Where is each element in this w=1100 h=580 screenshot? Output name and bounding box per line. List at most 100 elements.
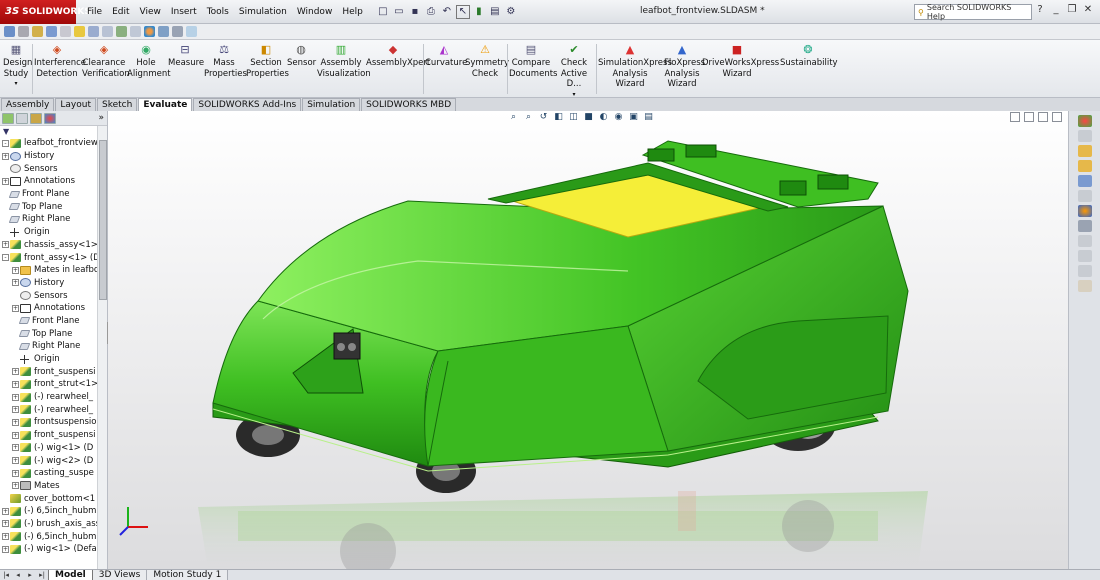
tree-node[interactable]: + History [0, 277, 107, 290]
expand-toggle-icon[interactable]: + [12, 266, 19, 274]
expand-toggle-icon[interactable]: + [12, 368, 19, 376]
tree-node[interactable]: + (-) wig<1> (D [0, 442, 107, 455]
table-icon[interactable] [102, 26, 113, 37]
tree-node[interactable]: + front_suspensi [0, 429, 107, 442]
menu-view[interactable]: View [135, 7, 166, 17]
gear-icon[interactable] [1077, 250, 1092, 262]
property-manager-tab-icon[interactable] [16, 112, 28, 124]
rotate-icon[interactable] [116, 26, 127, 37]
save-icon[interactable]: ▪ [408, 5, 422, 19]
graphics-area[interactable]: ⌕ ⌕ ↺ ◧ ◫ ■ ◐ ◉ ▣ ▤ [108, 111, 1068, 569]
expand-toggle-icon[interactable]: + [12, 304, 19, 312]
symmetry-check-button[interactable]: ⚠ Symmetry Check [465, 44, 509, 79]
grid-icon[interactable] [88, 26, 99, 37]
select-arrow-icon[interactable]: ↖ [455, 4, 470, 19]
assemblyxpert-button[interactable]: ◆ AssemblyXpert [366, 44, 430, 69]
table-view-icon[interactable] [1077, 235, 1092, 247]
design-study-button[interactable]: ▦ Design Study ▾ [3, 44, 32, 90]
expand-toggle-icon[interactable]: + [2, 545, 9, 553]
menu-window[interactable]: Window [292, 7, 338, 17]
expand-toggle-icon[interactable]: + [2, 177, 9, 185]
display-manager-tab-icon[interactable] [44, 112, 56, 124]
expand-toggle-icon[interactable]: + [2, 241, 9, 249]
feature-manager-tab-icon[interactable] [2, 112, 14, 124]
tree-filter[interactable]: ▼ [0, 126, 107, 137]
tree-node[interactable]: + (-) wig<1> (Defa [0, 543, 107, 556]
zoom-icon[interactable] [130, 26, 141, 37]
tab-layout[interactable]: Layout [55, 98, 96, 111]
tool-icon[interactable] [1077, 220, 1092, 232]
tab-simulation[interactable]: Simulation [302, 98, 361, 111]
close-icon[interactable]: ✕ [1082, 4, 1094, 15]
tree-node[interactable]: + (-) brush_axis_ass [0, 518, 107, 531]
interference-detection-button[interactable]: ◈ Interference Detection [34, 44, 86, 79]
tree-node[interactable]: + Mates in leafbot [0, 264, 107, 277]
tree-node[interactable]: + front_suspensi [0, 365, 107, 378]
palette-icon[interactable] [1077, 205, 1092, 217]
sigma-icon[interactable] [46, 26, 57, 37]
view-palette-icon[interactable] [1077, 160, 1092, 172]
tree-node[interactable]: Right Plane [0, 213, 107, 226]
ruler-icon[interactable] [60, 26, 71, 37]
tree-node[interactable]: + Annotations [0, 302, 107, 315]
floxpress-button[interactable]: ▲ FloXpress Analysis Wizard [664, 44, 705, 90]
tab-model[interactable]: Model [48, 569, 93, 580]
tree-node[interactable]: + front_strut<1> [0, 378, 107, 391]
file-properties-icon[interactable]: ▤ [488, 5, 502, 19]
warning-icon[interactable] [74, 26, 85, 37]
tree-node[interactable]: + (-) 6,5inch_hubm [0, 505, 107, 518]
configuration-manager-tab-icon[interactable] [30, 112, 42, 124]
tab-assembly[interactable]: Assembly [1, 98, 55, 111]
scene-icon[interactable] [186, 26, 197, 37]
tab-solidworks-addins[interactable]: SOLIDWORKS Add-Ins [193, 98, 302, 111]
menu-help[interactable]: Help [337, 7, 368, 17]
leafbot-3d-model[interactable] [108, 111, 1068, 569]
tree-node[interactable]: + chassis_assy<1> [0, 239, 107, 252]
tab-evaluate[interactable]: Evaluate [138, 98, 193, 111]
help-question-icon[interactable]: ? [1034, 4, 1046, 15]
measure-button[interactable]: ⊟ Measure [168, 44, 204, 69]
expand-toggle-icon[interactable]: + [12, 444, 19, 452]
mass-properties-button[interactable]: ⚖ Mass Properties [204, 44, 247, 79]
menu-insert[interactable]: Insert [166, 7, 202, 17]
section-properties-button[interactable]: ◧ Section Properties [246, 44, 289, 79]
expand-toggle-icon[interactable]: + [12, 431, 19, 439]
tree-node[interactable]: Top Plane [0, 327, 107, 340]
expand-toggle-icon[interactable]: + [12, 380, 19, 388]
tree-node[interactable]: + (-) rearwheel_ [0, 391, 107, 404]
next-tab-arrow-icon[interactable]: ▸ [24, 571, 36, 579]
tree-node[interactable]: Front Plane [0, 188, 107, 201]
solidworks-resources-icon[interactable] [1077, 115, 1092, 127]
tree-node[interactable]: + Mates [0, 480, 107, 493]
component-icon[interactable] [32, 26, 43, 37]
tree-node[interactable]: + (-) wig<2> (D [0, 454, 107, 467]
appearance-icon[interactable] [144, 26, 155, 37]
tree-node[interactable]: + (-) 6,5inch_hubm [0, 530, 107, 543]
sensor-button[interactable]: ◍ Sensor [287, 44, 316, 69]
tree-node[interactable]: Top Plane [0, 200, 107, 213]
undo-icon[interactable]: ↶ [440, 5, 454, 19]
tree-scrollbar[interactable] [97, 126, 107, 569]
assembly-visualization-button[interactable]: ▥ Assembly Visualization [317, 44, 371, 79]
menu-simulation[interactable]: Simulation [234, 7, 292, 17]
first-tab-arrow-icon[interactable]: |◂ [0, 571, 12, 579]
tree-node[interactable]: - leafbot_frontview ( [0, 137, 107, 150]
tree-node[interactable]: + (-) rearwheel_ [0, 403, 107, 416]
restore-icon[interactable]: ❐ [1066, 4, 1078, 15]
chart-icon[interactable] [1077, 265, 1092, 277]
expand-toggle-icon[interactable]: + [2, 520, 9, 528]
menu-file[interactable]: File [82, 7, 107, 17]
tree-node[interactable]: - front_assy<1> (D [0, 251, 107, 264]
expand-toggle-icon[interactable]: + [12, 393, 19, 401]
tree-scroll-thumb[interactable] [99, 140, 107, 300]
expand-toggle-icon[interactable]: + [12, 406, 19, 414]
expand-toggle-icon[interactable]: + [12, 418, 19, 426]
expand-toggle-icon[interactable]: + [12, 279, 19, 287]
menu-edit[interactable]: Edit [107, 7, 134, 17]
tree-node[interactable]: + Annotations [0, 175, 107, 188]
tree-node[interactable]: Right Plane [0, 340, 107, 353]
clearance-verification-button[interactable]: ◈ Clearance Verification [82, 44, 130, 79]
rebuild-icon[interactable]: ▮ [472, 5, 486, 19]
open-folder-icon[interactable]: ▭ [392, 5, 406, 19]
forum-icon[interactable] [1077, 280, 1092, 292]
